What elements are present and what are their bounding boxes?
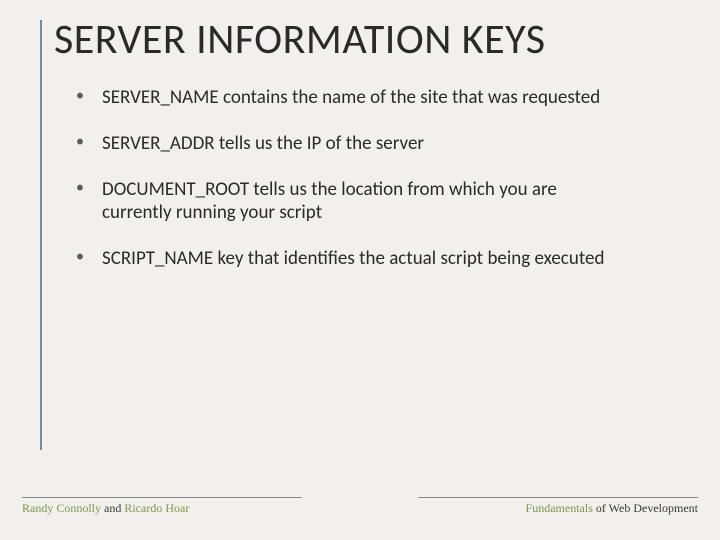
- list-item: SCRIPT_NAME key that identifies the actu…: [76, 247, 616, 271]
- footer-joiner: and: [101, 501, 124, 515]
- author-name: Ricardo Hoar: [124, 501, 189, 515]
- footer: Randy Connolly and Ricardo Hoar Fundamen…: [22, 497, 698, 516]
- slide-title: SERVER INFORMATION KEYS: [54, 18, 672, 62]
- bullet-list: SERVER_NAME contains the name of the sit…: [54, 86, 672, 271]
- author-name: Randy Connolly: [22, 501, 101, 515]
- slide: SERVER INFORMATION KEYS SERVER_NAME cont…: [0, 0, 720, 540]
- footer-word: Fundamentals: [526, 501, 593, 515]
- footer-rest: of Web Development: [593, 501, 698, 515]
- vertical-rule: [40, 20, 42, 450]
- list-item: DOCUMENT_ROOT tells us the location from…: [76, 178, 616, 226]
- footer-left: Randy Connolly and Ricardo Hoar: [22, 497, 302, 516]
- list-item: SERVER_ADDR tells us the IP of the serve…: [76, 132, 616, 156]
- footer-right: Fundamentals of Web Development: [418, 497, 698, 516]
- list-item: SERVER_NAME contains the name of the sit…: [76, 86, 616, 110]
